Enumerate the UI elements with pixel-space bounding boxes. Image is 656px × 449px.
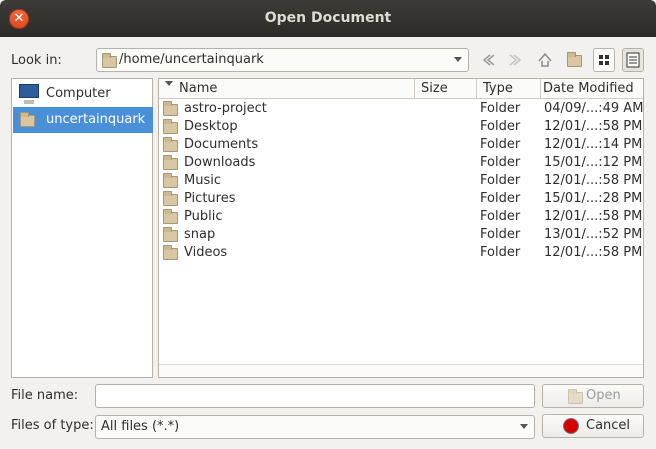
table-row[interactable]: Music Folder 12/01/...:58 PM bbox=[159, 172, 643, 190]
table-row[interactable]: astro-project Folder 04/09/...:49 AM bbox=[159, 100, 643, 118]
table-row[interactable]: Public Folder 12/01/...:58 PM bbox=[159, 208, 643, 226]
new-folder-icon bbox=[567, 52, 582, 67]
folder-icon bbox=[163, 245, 178, 260]
cancel-icon bbox=[564, 419, 578, 433]
file-name: Documents bbox=[184, 137, 259, 152]
open-button[interactable]: Open bbox=[542, 384, 644, 408]
folder-icon bbox=[163, 137, 178, 152]
file-name-label: File name: bbox=[11, 388, 79, 403]
grid-icon bbox=[599, 55, 609, 65]
look-in-combo[interactable]: /home/uncertainquark bbox=[96, 48, 469, 72]
look-in-path: /home/uncertainquark bbox=[119, 52, 264, 67]
folder-icon bbox=[163, 155, 178, 170]
file-type: Folder bbox=[480, 191, 521, 206]
detail-view-button[interactable] bbox=[622, 48, 644, 72]
file-name: Videos bbox=[184, 245, 228, 260]
dialog-title: Open Document bbox=[264, 10, 392, 26]
column-name-label: Name bbox=[179, 81, 218, 96]
column-header-name[interactable]: Name bbox=[159, 79, 415, 99]
back-icon bbox=[482, 54, 495, 66]
file-type: Folder bbox=[480, 245, 521, 260]
table-row[interactable]: Downloads Folder 15/01/...:12 PM bbox=[159, 154, 643, 172]
folder-icon bbox=[163, 191, 178, 206]
folder-icon bbox=[163, 173, 178, 188]
file-type-combo[interactable]: All files (*.*) bbox=[95, 415, 535, 439]
files-of-type-label: Files of type: bbox=[11, 418, 94, 433]
column-header-size[interactable]: Size bbox=[415, 79, 477, 99]
table-row[interactable]: Pictures Folder 15/01/...:28 PM bbox=[159, 190, 643, 208]
file-date: 12/01/...:58 PM bbox=[544, 173, 643, 188]
list-icon bbox=[626, 52, 640, 68]
file-date: 12/01/...:58 PM bbox=[544, 119, 643, 134]
horizontal-scrollbar[interactable] bbox=[159, 364, 643, 377]
file-name: snap bbox=[184, 227, 216, 242]
file-date: 12/01/...:14 PM bbox=[544, 137, 643, 152]
chevron-down-icon bbox=[454, 57, 462, 62]
column-date-label: Date Modified bbox=[543, 81, 634, 96]
file-date: 12/01/...:58 PM bbox=[544, 245, 643, 260]
open-document-dialog: ✕ Open Document Look in: /home/uncertain… bbox=[0, 0, 656, 449]
sidebar-item-label: uncertainquark bbox=[46, 112, 146, 127]
file-type: Folder bbox=[480, 173, 521, 188]
forward-button[interactable] bbox=[505, 48, 527, 72]
places-sidebar: Computer uncertainquark bbox=[11, 78, 153, 378]
chevron-down-icon bbox=[520, 424, 528, 429]
folder-icon bbox=[163, 101, 178, 116]
file-name: Pictures bbox=[184, 191, 236, 206]
file-date: 04/09/...:49 AM bbox=[544, 101, 644, 116]
file-name: Music bbox=[184, 173, 221, 188]
parent-directory-button[interactable] bbox=[534, 48, 556, 72]
computer-icon bbox=[19, 84, 39, 104]
file-name: Public bbox=[184, 209, 223, 224]
file-date: 13/01/...:52 PM bbox=[544, 227, 643, 242]
icon-view-button[interactable] bbox=[593, 48, 615, 72]
folder-icon bbox=[163, 227, 178, 242]
table-row[interactable]: Documents Folder 12/01/...:14 PM bbox=[159, 136, 643, 154]
file-date: 15/01/...:28 PM bbox=[544, 191, 643, 206]
column-header-date-modified[interactable]: Date Modified bbox=[541, 79, 643, 99]
file-type: Folder bbox=[480, 137, 521, 152]
file-name: Desktop bbox=[184, 119, 238, 134]
sidebar-item-home[interactable]: uncertainquark bbox=[13, 107, 153, 133]
cancel-button-label: Cancel bbox=[586, 418, 631, 433]
open-button-label: Open bbox=[586, 388, 621, 403]
file-name-input[interactable] bbox=[95, 384, 535, 408]
file-list: Name Size Type Date Modified astro-proje… bbox=[158, 78, 644, 378]
folder-icon bbox=[102, 53, 117, 68]
column-header-type[interactable]: Type bbox=[477, 79, 541, 99]
table-row[interactable]: Videos Folder 12/01/...:58 PM bbox=[159, 244, 643, 262]
file-type: Folder bbox=[480, 227, 521, 242]
file-type: Folder bbox=[480, 119, 521, 134]
folder-icon bbox=[20, 112, 35, 127]
file-type-value: All files (*.*) bbox=[101, 419, 180, 434]
file-date: 12/01/...:58 PM bbox=[544, 209, 643, 224]
sidebar-item-computer[interactable]: Computer bbox=[13, 81, 153, 107]
column-size-label: Size bbox=[421, 81, 448, 96]
table-row[interactable]: snap Folder 13/01/...:52 PM bbox=[159, 226, 643, 244]
column-type-label: Type bbox=[483, 81, 513, 96]
file-type: Folder bbox=[480, 155, 521, 170]
sort-descending-icon bbox=[165, 81, 173, 86]
file-name: Downloads bbox=[184, 155, 256, 170]
file-date: 15/01/...:12 PM bbox=[544, 155, 643, 170]
sidebar-item-label: Computer bbox=[46, 86, 111, 101]
folder-icon bbox=[163, 119, 178, 134]
forward-icon bbox=[509, 54, 522, 66]
up-arrow-icon bbox=[538, 52, 552, 67]
look-in-label: Look in: bbox=[11, 53, 62, 68]
back-button[interactable] bbox=[477, 48, 499, 72]
folder-icon bbox=[163, 209, 178, 224]
file-name: astro-project bbox=[184, 101, 267, 116]
table-row[interactable]: Desktop Folder 12/01/...:58 PM bbox=[159, 118, 643, 136]
file-type: Folder bbox=[480, 101, 521, 116]
file-type: Folder bbox=[480, 209, 521, 224]
new-folder-button[interactable] bbox=[563, 48, 585, 72]
open-folder-icon bbox=[568, 389, 583, 404]
cancel-button[interactable]: Cancel bbox=[542, 414, 644, 438]
title-bar: ✕ Open Document bbox=[0, 0, 656, 37]
